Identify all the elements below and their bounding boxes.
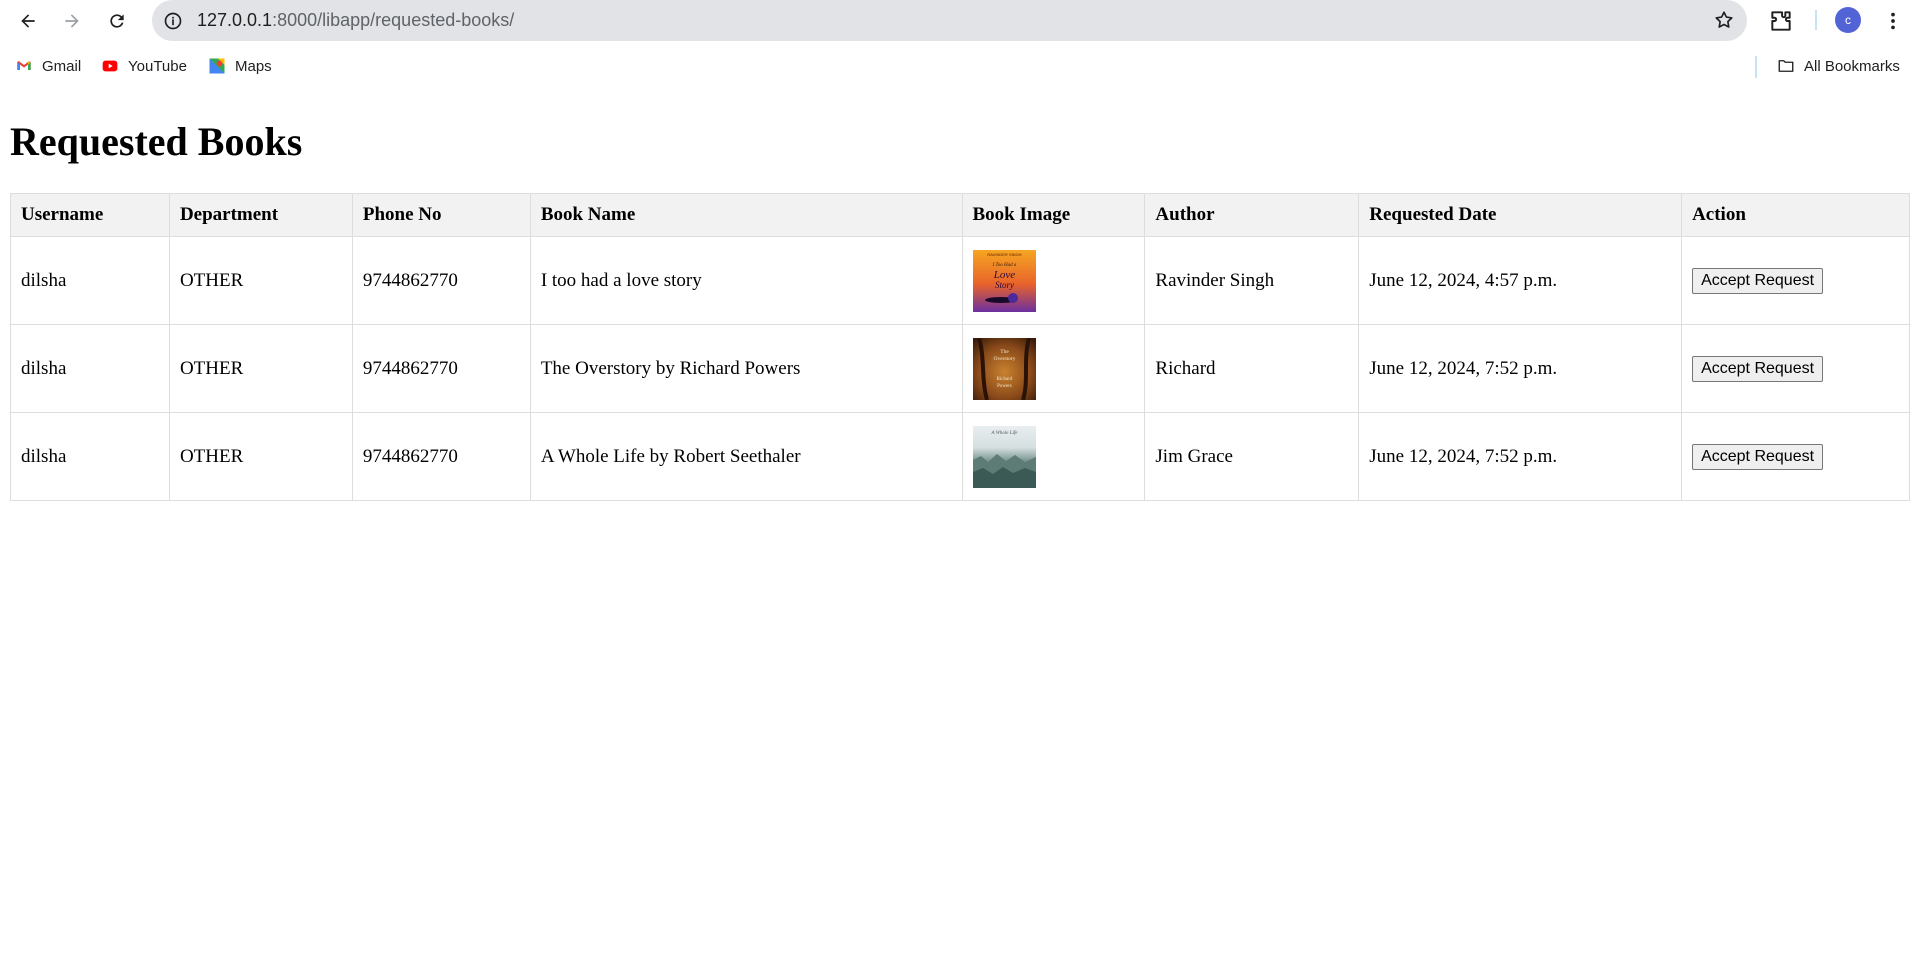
book-image-cell: A Whole Life <box>961 412 1146 501</box>
bookmark-star-icon[interactable] <box>1713 9 1735 31</box>
department-cell: OTHER <box>168 324 353 413</box>
all-bookmarks-button[interactable]: All Bookmarks <box>1776 56 1900 76</box>
site-info-icon[interactable] <box>162 10 183 31</box>
bookmark-youtube[interactable]: YouTube <box>100 56 187 76</box>
column-header: Department <box>168 193 353 237</box>
reload-icon <box>110 14 124 28</box>
bookmark-label: Gmail <box>42 57 82 75</box>
department-cell: OTHER <box>168 236 353 325</box>
username-cell: dilsha <box>10 324 170 413</box>
toolbar-divider <box>1815 10 1817 30</box>
column-header: Action <box>1681 193 1910 237</box>
column-header: Phone No <box>351 193 531 237</box>
gmail-icon <box>14 56 34 76</box>
phone-cell: 9744862770 <box>351 324 531 413</box>
book-name-cell: I too had a love story <box>529 236 963 325</box>
back-button[interactable] <box>12 5 44 37</box>
accept-request-button[interactable]: Accept Request <box>1692 267 1824 294</box>
page-title: Requested Books <box>10 119 303 164</box>
browser-toolbar: 127.0.0.1:8000/libapp/requested-books/ c <box>0 0 1919 42</box>
address-bar[interactable]: 127.0.0.1:8000/libapp/requested-books/ <box>152 0 1747 41</box>
forward-button[interactable] <box>56 5 88 37</box>
bookmark-label: YouTube <box>128 57 187 75</box>
column-header: Book Image <box>961 193 1146 237</box>
book-image-cell: The Overstory Richard Powers <box>961 324 1146 413</box>
book-name-cell: A Whole Life by Robert Seethaler <box>529 412 963 501</box>
arrow-left-icon <box>21 14 35 28</box>
all-bookmarks-label: All Bookmarks <box>1804 57 1900 75</box>
arrow-right-icon <box>65 14 79 28</box>
youtube-icon <box>100 56 120 76</box>
maps-icon <box>207 56 227 76</box>
phone-cell: 9744862770 <box>351 412 531 501</box>
username-cell: dilsha <box>10 236 170 325</box>
table-row: dilsha OTHER 9744862770 A Whole Life by … <box>10 412 1910 501</box>
bookmark-maps[interactable]: Maps <box>207 56 272 76</box>
cover-text: Overstory <box>993 356 1015 362</box>
profile-avatar[interactable]: c <box>1835 7 1861 33</box>
cover-text: Powers <box>997 384 1012 389</box>
table-header-row: Username Department Phone No Book Name B… <box>10 193 1910 237</box>
cover-text: RAVINDER SINGH <box>987 252 1021 257</box>
cover-text: Richard <box>996 377 1012 382</box>
bookmark-label: Maps <box>235 57 272 75</box>
column-header: Username <box>10 193 170 237</box>
reload-button[interactable] <box>101 5 133 37</box>
bookmarks-bar: Gmail YouTube Maps All Bookmarks <box>0 42 1919 90</box>
column-header: Author <box>1144 193 1360 237</box>
url-host: 127.0.0.1 <box>197 10 273 30</box>
extensions-icon[interactable] <box>1768 8 1794 34</box>
cover-text: The <box>1000 349 1009 355</box>
requested-date-cell: June 12, 2024, 7:52 p.m. <box>1358 324 1683 413</box>
book-cover-image: RAVINDER SINGH I Too Had a Love Story <box>972 249 1036 312</box>
action-cell: Accept Request <box>1681 412 1910 501</box>
action-cell: Accept Request <box>1681 324 1910 413</box>
book-cover-image: A Whole Life <box>972 425 1036 488</box>
table-row: dilsha OTHER 9744862770 I too had a love… <box>10 236 1910 325</box>
phone-cell: 9744862770 <box>351 236 531 325</box>
author-cell: Richard <box>1144 324 1360 413</box>
url-path: :8000/libapp/requested-books/ <box>272 10 515 30</box>
username-cell: dilsha <box>10 412 170 501</box>
book-cover-image: The Overstory Richard Powers <box>972 337 1036 400</box>
accept-request-button[interactable]: Accept Request <box>1692 355 1824 382</box>
cover-text: A Whole Life <box>990 431 1018 436</box>
more-menu-icon[interactable] <box>1880 8 1906 34</box>
requested-date-cell: June 12, 2024, 7:52 p.m. <box>1358 412 1683 501</box>
requested-books-table: Username Department Phone No Book Name B… <box>10 193 1910 501</box>
bookmark-gmail[interactable]: Gmail <box>14 56 81 76</box>
cover-text: Story <box>995 280 1014 290</box>
url-text[interactable]: 127.0.0.1:8000/libapp/requested-books/ <box>197 10 514 31</box>
page-content: Requested Books Username Department Phon… <box>10 90 1910 501</box>
column-header: Book Name <box>529 193 963 237</box>
table-row: dilsha OTHER 9744862770 The Overstory by… <box>10 324 1910 413</box>
accept-request-button[interactable]: Accept Request <box>1692 443 1824 470</box>
department-cell: OTHER <box>168 412 353 501</box>
requested-date-cell: June 12, 2024, 4:57 p.m. <box>1358 236 1683 325</box>
folder-icon <box>1776 56 1796 76</box>
author-cell: Jim Grace <box>1144 412 1360 501</box>
action-cell: Accept Request <box>1681 236 1910 325</box>
cover-text: I Too Had a <box>991 263 1016 268</box>
book-name-cell: The Overstory by Richard Powers <box>529 324 963 413</box>
column-header: Requested Date <box>1358 193 1683 237</box>
author-cell: Ravinder Singh <box>1144 236 1360 325</box>
bookmarks-divider <box>1755 56 1757 78</box>
book-image-cell: RAVINDER SINGH I Too Had a Love Story <box>961 236 1146 325</box>
